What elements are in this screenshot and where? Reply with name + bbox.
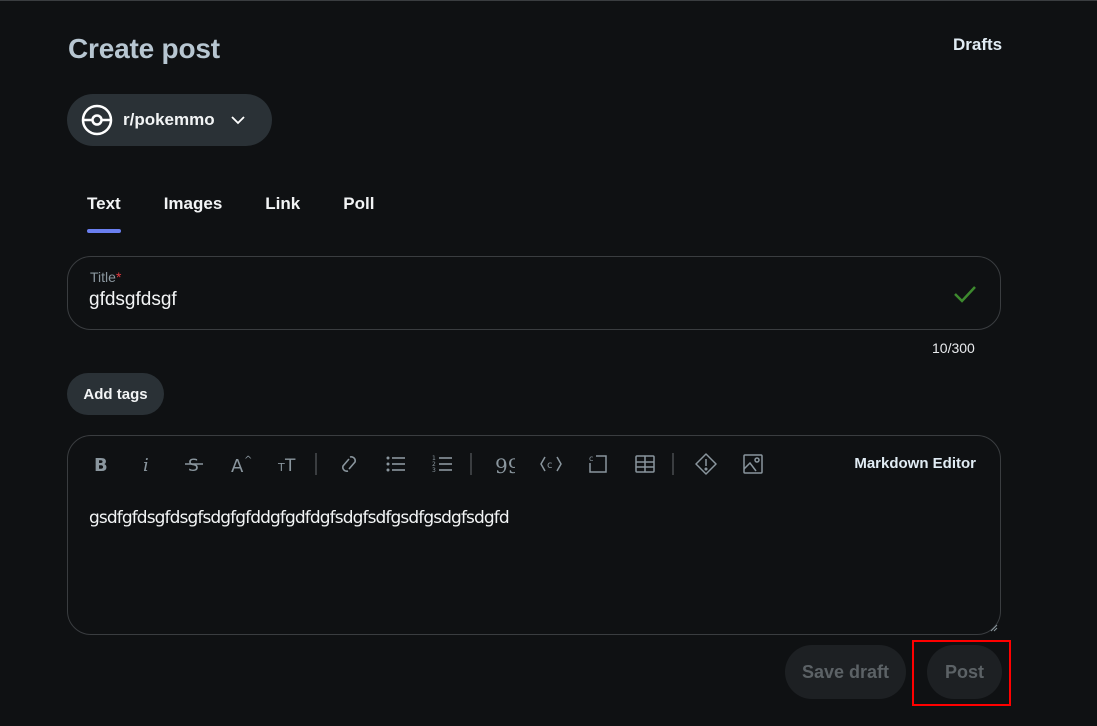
chevron-down-icon <box>231 116 245 125</box>
code-block-button[interactable]: c <box>584 450 612 478</box>
table-icon <box>635 455 655 473</box>
tab-poll[interactable]: Poll <box>320 191 394 233</box>
body-text-input[interactable]: gsdfgfdsgfdsgfsdgfgfddgfgdfdgfsdgfsdfgsd… <box>89 508 979 528</box>
superscript-button[interactable]: A ^ <box>227 450 255 478</box>
code-block-icon: c <box>589 454 607 473</box>
title-char-count: 10/300 <box>932 340 975 356</box>
tab-link[interactable]: Link <box>242 191 320 233</box>
tab-text[interactable]: Text <box>67 191 141 233</box>
svg-text:c: c <box>589 454 593 463</box>
community-selector[interactable]: r/pokemmo <box>67 94 272 146</box>
bold-button[interactable]: B <box>86 450 114 478</box>
spoiler-button[interactable] <box>692 450 720 478</box>
svg-text:3: 3 <box>432 467 436 474</box>
svg-text:c: c <box>547 460 553 471</box>
svg-text:A: A <box>231 456 244 475</box>
title-field[interactable]: Title* <box>67 256 1001 330</box>
link-icon <box>342 456 356 472</box>
toolbar-divider <box>315 453 317 475</box>
numbered-list-icon: 123 <box>432 455 452 474</box>
checkmark-icon <box>954 286 976 303</box>
bold-icon: B <box>94 455 108 475</box>
post-button[interactable]: Post <box>927 645 1002 699</box>
numbered-list-button[interactable]: 123 <box>429 450 457 478</box>
bullet-list-button[interactable] <box>382 450 410 478</box>
code-icon: c <box>540 456 562 472</box>
title-label-text: Title <box>90 269 116 285</box>
page-title: Create post <box>68 33 220 64</box>
code-button[interactable]: c <box>537 450 565 478</box>
title-input[interactable] <box>89 289 909 311</box>
heading-icon: TT <box>277 456 296 475</box>
save-draft-button[interactable]: Save draft <box>785 645 906 699</box>
bullet-list-icon <box>386 456 405 472</box>
required-marker: * <box>115 269 122 285</box>
resize-handle-icon[interactable] <box>990 624 998 632</box>
quote-icon: 99 <box>495 454 515 475</box>
title-label: Title* <box>90 269 121 285</box>
svg-text:99: 99 <box>495 454 515 475</box>
body-editor[interactable]: B i S A ^ TT 123 99 c c Markdown Editor … <box>67 435 1001 635</box>
italic-icon: i <box>143 455 149 475</box>
svg-text:T: T <box>277 461 285 474</box>
table-button[interactable] <box>631 450 659 478</box>
add-tags-button[interactable]: Add tags <box>67 373 164 415</box>
svg-text:T: T <box>284 456 296 475</box>
post-type-tabs: Text Images Link Poll <box>67 191 394 235</box>
quote-button[interactable]: 99 <box>490 450 518 478</box>
tab-images[interactable]: Images <box>141 191 243 233</box>
strikethrough-button[interactable]: S <box>180 450 208 478</box>
strikethrough-icon: S <box>185 456 203 475</box>
toolbar-divider <box>672 453 674 475</box>
superscript-icon: A ^ <box>231 455 252 475</box>
markdown-editor-toggle[interactable]: Markdown Editor <box>854 455 976 472</box>
toolbar-divider <box>470 453 472 475</box>
svg-text:^: ^ <box>244 455 252 466</box>
formatting-toolbar: B i S A ^ TT 123 99 c c <box>86 450 786 478</box>
svg-text:i: i <box>143 455 149 475</box>
italic-button[interactable]: i <box>133 450 161 478</box>
community-name: r/pokemmo <box>123 110 215 129</box>
image-button[interactable] <box>739 450 767 478</box>
svg-text:B: B <box>94 455 108 475</box>
heading-button[interactable]: TT <box>274 450 302 478</box>
image-icon <box>743 454 763 474</box>
link-button[interactable] <box>335 450 363 478</box>
svg-text:S: S <box>188 456 199 475</box>
drafts-button[interactable]: Drafts <box>953 35 1002 55</box>
pokeball-icon <box>81 104 113 136</box>
spoiler-icon <box>695 453 717 475</box>
